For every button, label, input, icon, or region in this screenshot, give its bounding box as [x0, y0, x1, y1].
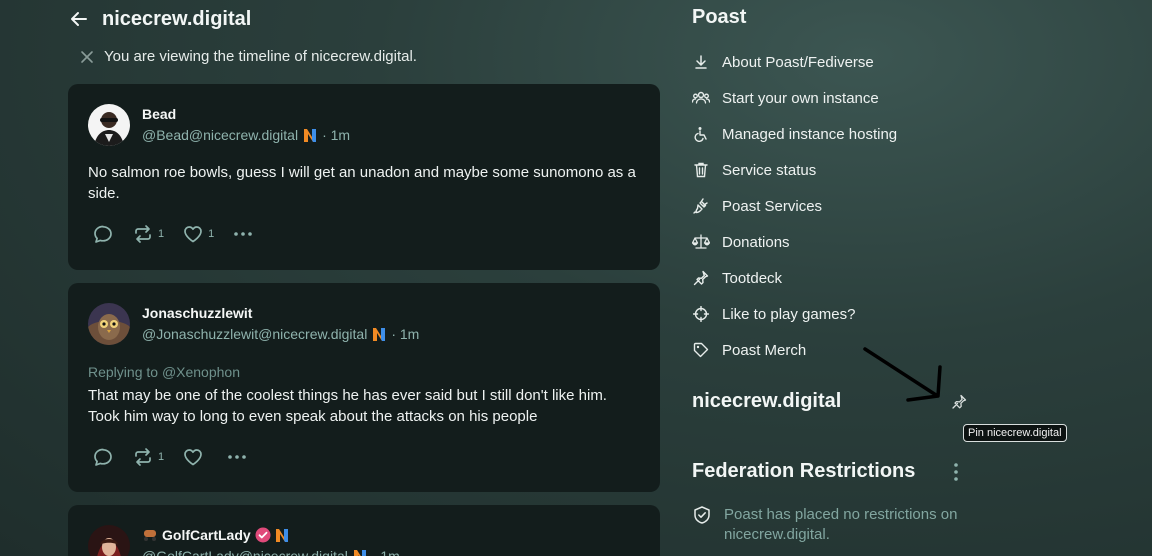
n-badge-icon: [373, 327, 386, 341]
display-name[interactable]: GolfCartLady: [162, 527, 251, 543]
avatar[interactable]: [88, 303, 130, 345]
federation-title: Federation Restrictions: [692, 460, 916, 482]
accessible-icon: [692, 125, 710, 143]
favourite-count: 1: [208, 228, 215, 240]
status-card[interactable]: Bead @Bead@nicecrew.digital · 1m No salm…: [68, 84, 660, 270]
reply-mention-link[interactable]: @Xenophon: [162, 364, 240, 380]
reblog-button[interactable]: 1: [132, 446, 164, 468]
verified-badge-icon: [255, 527, 271, 543]
favourite-button[interactable]: [182, 446, 208, 468]
status-card[interactable]: Jonaschuzzlewit @Jonaschuzzlewit@nicecre…: [68, 283, 660, 492]
menu-item-label: About Poast/Fediverse: [722, 53, 874, 71]
crosshair-icon: [692, 305, 710, 323]
reply-indicator: Replying to @Xenophon: [88, 364, 240, 380]
handle-row: @GolfCartLady@nicecrew.digital · 1m: [142, 548, 400, 556]
instance-title: nicecrew.digital: [692, 390, 842, 412]
pin-icon[interactable]: [950, 393, 968, 411]
reblog-count: 1: [158, 451, 165, 463]
post-body: That may be one of the coolest things he…: [88, 387, 607, 425]
annotation-arrow: [863, 347, 942, 402]
favourite-button[interactable]: 1: [182, 223, 214, 245]
avatar[interactable]: [88, 525, 130, 556]
handle-row: @Bead@nicecrew.digital · 1m: [142, 127, 350, 143]
more-horizontal-icon: [228, 455, 246, 459]
menu-item-label: Poast Services: [722, 197, 823, 215]
menu-item-label: Service status: [722, 161, 817, 179]
reply-prefix: Replying to: [88, 364, 162, 380]
n-badge-icon: [353, 549, 366, 556]
n-badge-icon: [304, 128, 317, 142]
menu-item-poast-services[interactable]: Poast Services: [692, 188, 992, 224]
menu-item-tootdeck[interactable]: Tootdeck: [692, 260, 992, 296]
more-vertical-icon[interactable]: [948, 461, 964, 483]
menu-item-service-status[interactable]: Service status: [692, 152, 992, 188]
tag-icon: [692, 341, 710, 359]
federation-note: Poast has placed no restrictions on nice…: [692, 505, 964, 545]
more-button[interactable]: [232, 223, 254, 245]
account-handle[interactable]: @Jonaschuzzlewit@nicecrew.digital: [142, 326, 367, 342]
account-handle[interactable]: @GolfCartLady@nicecrew.digital: [142, 548, 348, 556]
account-handle[interactable]: @Bead@nicecrew.digital: [142, 127, 298, 143]
display-name-row: GolfCartLady: [142, 527, 289, 543]
display-name[interactable]: Jonaschuzzlewit: [142, 305, 252, 321]
menu-item-games[interactable]: Like to play games?: [692, 296, 992, 332]
post-actions: 1: [92, 446, 266, 468]
notice-text: You are viewing the timeline of nicecrew…: [104, 48, 417, 65]
timeline-notice: You are viewing the timeline of nicecrew…: [80, 48, 417, 65]
reply-button[interactable]: [92, 223, 114, 245]
reply-icon: [94, 225, 112, 243]
back-button[interactable]: [68, 8, 90, 30]
golf-cart-emoji-icon: [144, 530, 156, 541]
avatar[interactable]: [88, 104, 130, 146]
menu-item-about[interactable]: About Poast/Fediverse: [692, 44, 992, 80]
shield-check-icon: [694, 506, 710, 524]
menu-item-label: Like to play games?: [722, 305, 856, 323]
close-icon[interactable]: [80, 50, 94, 64]
repeat-icon: [135, 225, 151, 243]
repeat-icon: [135, 448, 151, 466]
reply-button[interactable]: [92, 446, 114, 468]
panel-title: Poast: [692, 6, 747, 28]
menu-item-label: Poast Merch: [722, 341, 807, 359]
menu-item-label: Managed instance hosting: [722, 125, 898, 143]
post-time[interactable]: · 1m: [391, 326, 419, 342]
instance-menu: About Poast/Fediverse Start your own ins…: [692, 44, 992, 368]
pin-icon: [692, 269, 710, 287]
users-icon: [692, 89, 710, 107]
handle-row: @Jonaschuzzlewit@nicecrew.digital · 1m: [142, 326, 419, 342]
federation-note-text: Poast has placed no restrictions on nice…: [724, 506, 958, 543]
menu-item-label: Donations: [722, 233, 790, 251]
arrow-left-icon: [71, 12, 87, 26]
trash-icon: [692, 161, 710, 179]
timeline-header: nicecrew.digital: [68, 6, 251, 32]
download-icon: [692, 53, 710, 71]
post-time[interactable]: · 1m: [322, 127, 350, 143]
menu-item-managed-hosting[interactable]: Managed instance hosting: [692, 116, 992, 152]
reblog-button[interactable]: 1: [132, 223, 164, 245]
reply-icon: [94, 448, 112, 466]
display-name[interactable]: Bead: [142, 106, 176, 122]
menu-item-label: Tootdeck: [722, 269, 783, 287]
menu-item-donations[interactable]: Donations: [692, 224, 992, 260]
pin-tooltip: Pin nicecrew.digital: [963, 424, 1067, 442]
plug-icon: [692, 197, 710, 215]
heart-icon: [184, 226, 202, 243]
status-card[interactable]: GolfCartLady @GolfCartLady@nicecrew.digi…: [68, 505, 660, 556]
post-body: No salmon roe bowls, guess I will get an…: [88, 164, 636, 202]
post-actions: 1 1: [92, 223, 272, 245]
more-button[interactable]: [226, 446, 248, 468]
menu-item-label: Start your own instance: [722, 89, 879, 107]
more-horizontal-icon: [234, 232, 253, 236]
reblog-count: 1: [158, 228, 165, 240]
scale-icon: [692, 233, 710, 251]
timeline-title: nicecrew.digital: [102, 7, 252, 30]
heart-icon: [184, 449, 202, 466]
post-time[interactable]: · 1m: [372, 548, 400, 556]
n-badge-icon: [275, 528, 288, 542]
menu-item-start-instance[interactable]: Start your own instance: [692, 80, 992, 116]
